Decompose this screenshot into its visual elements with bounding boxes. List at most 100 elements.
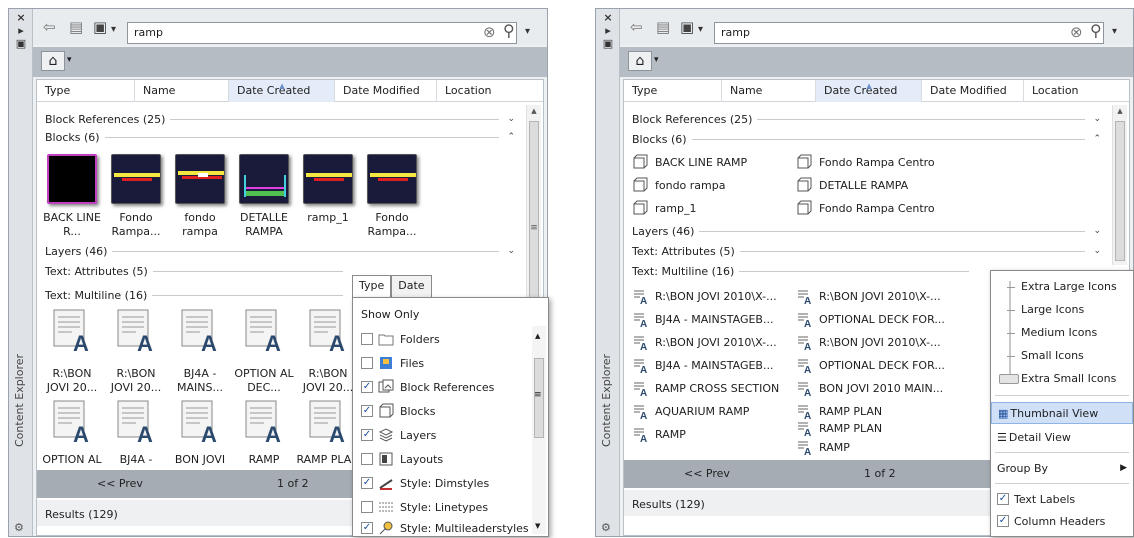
block-thumbnail[interactable] (111, 154, 161, 204)
block-thumbnail[interactable] (175, 154, 225, 204)
tab-type[interactable]: Type (352, 275, 392, 297)
mtext-document-icon[interactable]: A (117, 309, 155, 353)
column-name[interactable]: Name (722, 80, 816, 102)
block-thumbnail[interactable] (47, 154, 97, 204)
mtext-list-item[interactable]: A AQUARIUM RAMP (632, 401, 749, 421)
size-option-small[interactable]: Small Icons (1021, 349, 1084, 362)
back-icon[interactable]: ⇦ (43, 19, 56, 35)
group-text-multiline[interactable]: Text: Multiline (16) (45, 287, 343, 303)
thumbnail-view-item[interactable]: ▦ Thumbnail View (991, 402, 1133, 424)
block-list-item[interactable]: ramp_1 (632, 198, 696, 218)
column-location[interactable]: Location (1024, 80, 1124, 102)
search-icon[interactable]: ⚲ (503, 21, 515, 40)
mtext-list-item[interactable]: A RAMP CROSS SECTION (632, 378, 779, 398)
mtext-list-item[interactable]: A RAMP (632, 424, 686, 444)
properties-icon[interactable]: ▣ (9, 37, 33, 50)
mtext-document-icon[interactable]: A (53, 309, 91, 353)
chevron-down-icon[interactable]: ⌄ (1093, 114, 1101, 124)
scroll-up-icon[interactable]: ▲ (535, 332, 540, 340)
checkbox[interactable] (361, 453, 373, 465)
mtext-document-icon[interactable]: A (309, 309, 347, 353)
scroll-up-icon[interactable]: ▲ (527, 107, 541, 115)
gear-icon[interactable]: ⚙ (14, 521, 24, 534)
save-icon[interactable]: ▣ (93, 19, 107, 35)
checkbox[interactable]: ✓ (361, 381, 373, 393)
tab-date[interactable]: Date (391, 275, 432, 297)
group-blocks[interactable]: Blocks (6) ⌃ (45, 129, 515, 145)
column-date-created[interactable]: Date Created ▲ (229, 80, 335, 102)
filter-item-blocks[interactable]: ✓ Blocks (361, 401, 435, 421)
mtext-document-icon[interactable]: A (117, 400, 155, 444)
mtext-document-icon[interactable]: A (309, 400, 347, 444)
block-list-item[interactable]: BACK LINE RAMP (632, 152, 747, 172)
checkbox[interactable] (361, 333, 373, 345)
detail-view-item[interactable]: ☰ Detail View (991, 426, 1133, 448)
group-text-attributes[interactable]: Text: Attributes (5) ⌄ (632, 243, 1101, 259)
mtext-list-item[interactable]: A RAMP (796, 437, 850, 457)
mtext-list-item[interactable]: A R:\BON JOVI 2010\X-... (632, 286, 777, 306)
mtext-list-item[interactable]: A R:\BON JOVI 2010\X-... (632, 332, 777, 352)
checkbox[interactable] (361, 501, 373, 513)
checkbox[interactable]: ✓ (361, 405, 373, 417)
group-text-multiline[interactable]: Text: Multiline (16) (632, 263, 969, 279)
group-text-attributes[interactable]: Text: Attributes (5) (45, 263, 343, 279)
size-option-medium[interactable]: Medium Icons (1021, 326, 1097, 339)
icon-size-slider-track[interactable] (1009, 281, 1011, 381)
block-list-item[interactable]: DETALLE RAMPA (796, 175, 908, 195)
filter-item-dimstyles[interactable]: ✓ Style: Dimstyles (361, 473, 489, 493)
search-input[interactable]: ramp (127, 22, 517, 44)
filter-item-multileaderstyles[interactable]: ✓ Style: Multileaderstyles (361, 518, 529, 538)
column-location[interactable]: Location (437, 80, 537, 102)
save-dropdown-icon[interactable]: ▾ (111, 22, 116, 38)
chevron-down-icon[interactable]: ⌄ (1093, 246, 1101, 256)
column-headers-item[interactable]: ✓ Column Headers (991, 510, 1133, 532)
close-icon[interactable]: × (9, 11, 33, 24)
properties-icon[interactable]: ▣ (596, 37, 620, 50)
mtext-list-item[interactable]: A BJ4A - MAINSTAGEB... (632, 355, 773, 375)
search-input[interactable]: ramp (714, 22, 1104, 44)
search-dropdown-icon[interactable]: ▾ (1112, 24, 1117, 40)
save-icon[interactable]: ▣ (680, 19, 694, 35)
column-date-modified[interactable]: Date Modified (922, 80, 1024, 102)
search-icon[interactable]: ⚲ (1090, 21, 1102, 40)
checkbox[interactable]: ✓ (361, 477, 373, 489)
checkbox[interactable]: ✓ (361, 429, 373, 441)
block-list-item[interactable]: Fondo Rampa Centro (796, 198, 935, 218)
chevron-up-icon[interactable]: ⌃ (1093, 134, 1101, 144)
prev-page-button[interactable]: << Prev (684, 467, 730, 480)
clear-search-icon[interactable]: ⊗ (483, 23, 496, 41)
group-block-references[interactable]: Block References (25) ⌄ (45, 111, 515, 127)
mtext-document-icon[interactable]: A (53, 400, 91, 444)
scroll-up-icon[interactable]: ▲ (1113, 107, 1127, 115)
group-block-references[interactable]: Block References (25) ⌄ (632, 111, 1101, 127)
mtext-list-item[interactable]: A OPTIONAL DECK FOR... (796, 355, 945, 375)
filter-item-block-references[interactable]: ✓ Block References (361, 377, 494, 397)
checkbox[interactable]: ✓ (361, 522, 373, 534)
popup-scrollbar[interactable]: ▲ ≡ ▼ (532, 326, 546, 534)
group-layers[interactable]: Layers (46) ⌄ (632, 223, 1101, 239)
block-list-item[interactable]: Fondo Rampa Centro (796, 152, 935, 172)
group-by-item[interactable]: Group By ▶ (991, 457, 1133, 479)
results-scrollbar[interactable]: ▲ (1112, 105, 1127, 265)
mtext-list-item[interactable]: A BJ4A - MAINSTAGEB... (632, 309, 773, 329)
checkbox[interactable] (361, 357, 373, 369)
column-date-modified[interactable]: Date Modified (335, 80, 437, 102)
gear-icon[interactable]: ⚙ (601, 521, 611, 534)
column-name[interactable]: Name (135, 80, 229, 102)
size-option-large[interactable]: Large Icons (1021, 303, 1084, 316)
save-dropdown-icon[interactable]: ▾ (698, 22, 703, 38)
filter-item-folders[interactable]: Folders (361, 329, 440, 349)
text-labels-item[interactable]: ✓ Text Labels (991, 488, 1133, 510)
block-list-item[interactable]: fondo rampa (632, 175, 726, 195)
filter-item-layers[interactable]: ✓ Layers (361, 425, 436, 445)
mtext-document-icon[interactable]: A (245, 309, 283, 353)
home-dropdown-icon[interactable]: ▾ (67, 55, 72, 65)
home-icon[interactable]: ⌂ (628, 51, 652, 71)
block-thumbnail[interactable] (367, 154, 417, 204)
home-icon[interactable]: ⌂ (41, 51, 65, 71)
size-option-extra-small[interactable]: Extra Small Icons (1021, 372, 1116, 385)
mtext-list-item[interactable]: A RAMP PLAN (796, 418, 882, 438)
mtext-list-item[interactable]: A R:\BON JOVI 2010\X-... (796, 332, 941, 352)
filter-item-linetypes[interactable]: Style: Linetypes (361, 497, 488, 517)
group-layers[interactable]: Layers (46) ⌄ (45, 243, 515, 259)
